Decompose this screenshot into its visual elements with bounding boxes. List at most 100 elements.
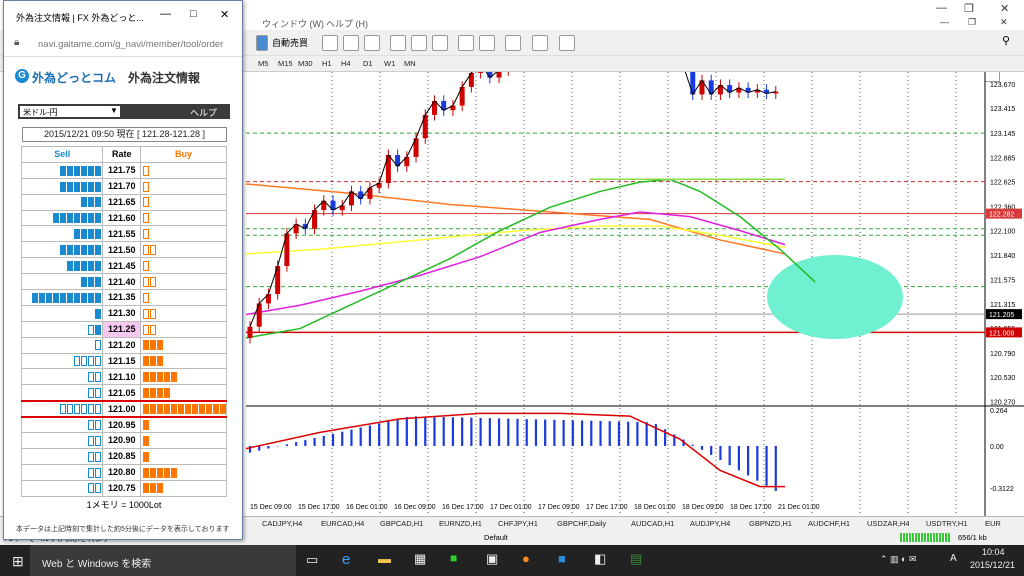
rate-cell: 120.85 xyxy=(102,447,141,465)
edge-icon[interactable]: e xyxy=(342,551,350,568)
ime-indicator[interactable]: A xyxy=(950,553,957,564)
ie-icon[interactable]: ◧ xyxy=(594,551,606,567)
auto-trade-icon[interactable] xyxy=(256,35,268,51)
order-row: 121.50 xyxy=(20,241,228,259)
rate-cell: 121.00 xyxy=(102,400,141,418)
candle-body xyxy=(478,72,484,73)
store-icon[interactable]: ▦ xyxy=(414,551,426,567)
menu-help[interactable]: ヘルプ (H) xyxy=(326,17,368,30)
clock-date[interactable]: 2015/12/21 xyxy=(970,560,1015,570)
restore-icon[interactable]: ❐ xyxy=(964,2,974,15)
time-tick: 16 Dec 17:00 xyxy=(442,504,484,511)
tray-icons[interactable]: ⌃ ▥ ◐ ✉ xyxy=(880,554,917,565)
pair-select[interactable]: 米ドル-円 ▼ xyxy=(20,106,120,117)
order-row: 121.55 xyxy=(20,225,228,243)
child-close-icon[interactable]: ✕ xyxy=(1000,17,1008,28)
timeframe-m30[interactable]: M30 xyxy=(298,59,313,68)
scroll-icon[interactable] xyxy=(458,35,474,51)
close-icon[interactable]: ✕ xyxy=(1000,2,1009,15)
timeframe-mn[interactable]: MN xyxy=(404,59,416,68)
chart-tab[interactable]: GBPCAD,H1 xyxy=(380,519,423,528)
windows-start-icon[interactable]: ⊞ xyxy=(12,553,24,570)
timeframe-m15[interactable]: M15 xyxy=(278,59,293,68)
popup-minimize-icon[interactable]: — xyxy=(160,8,171,20)
line-app-icon[interactable]: ■ xyxy=(450,551,457,565)
price-tick: 122.100 xyxy=(990,229,1015,236)
menu-window[interactable]: ウィンドウ (W) xyxy=(262,17,324,30)
lock-icon: 🔒︎ xyxy=(14,37,20,48)
tile-icon[interactable] xyxy=(432,35,448,51)
task-view-icon[interactable]: ▭ xyxy=(306,552,318,568)
shift-icon[interactable] xyxy=(479,35,495,51)
timeframe-d1[interactable]: D1 xyxy=(363,59,373,68)
buy-bar xyxy=(139,225,228,243)
bar-chart-icon[interactable] xyxy=(322,35,338,51)
chart-tab[interactable]: CADJPY,H4 xyxy=(262,519,302,528)
time-tick: 18 Dec 17:00 xyxy=(730,504,772,511)
time-tick: 15 Dec 09:00 xyxy=(250,504,292,511)
help-link[interactable]: ヘルプ xyxy=(190,106,217,119)
price-tick: 120.270 xyxy=(990,399,1015,406)
child-minimize-icon[interactable]: — xyxy=(940,17,949,27)
sell-bar xyxy=(20,241,104,259)
timeframe-h1[interactable]: H1 xyxy=(322,59,332,68)
chart-tab[interactable]: GBPNZD,H1 xyxy=(749,519,792,528)
timeframe-m5[interactable]: M5 xyxy=(258,59,268,68)
rate-cell: 121.10 xyxy=(102,368,141,386)
order-row: 121.25 xyxy=(20,320,228,338)
popup-maximize-icon[interactable]: □ xyxy=(190,8,197,20)
sell-header: Sell xyxy=(20,146,104,163)
chart-tab[interactable]: AUDCHF,H1 xyxy=(808,519,850,528)
chart-tab[interactable]: GBPCHF,Daily xyxy=(557,519,606,528)
sell-bar xyxy=(20,209,104,227)
zoom-in-icon[interactable] xyxy=(390,35,406,51)
app-icon[interactable]: ▣ xyxy=(486,551,498,567)
minimize-icon[interactable]: — xyxy=(936,2,947,14)
buy-bar xyxy=(139,336,228,354)
buy-bar xyxy=(139,320,228,338)
auto-trade-button[interactable]: 自動売買 xyxy=(272,36,308,49)
explorer-icon[interactable]: ▬ xyxy=(378,551,391,566)
time-tick: 17 Dec 17:00 xyxy=(586,504,628,511)
gaitame-icon[interactable]: ■ xyxy=(558,551,566,566)
chart-tab[interactable]: USDTRY,H1 xyxy=(926,519,967,528)
templates-icon[interactable] xyxy=(559,35,575,51)
chart-tab[interactable]: AUDCAD,H1 xyxy=(631,519,674,528)
indicators-icon[interactable] xyxy=(505,35,521,51)
chart-tab[interactable]: AUDJPY,H4 xyxy=(690,519,730,528)
data-note: 本データは上記時刻で集計した約5分後にデータを表示しております xyxy=(16,526,230,533)
rate-cell: 121.65 xyxy=(102,193,141,211)
firefox-icon[interactable]: ● xyxy=(522,551,530,566)
child-restore-icon[interactable]: ❐ xyxy=(968,17,976,28)
order-row: 121.70 xyxy=(20,177,228,195)
address-bar[interactable]: 🔒︎ navi.gaitame.com/g_navi/member/tool/o… xyxy=(4,31,242,57)
chart-tab[interactable]: EUR xyxy=(985,519,1001,528)
time-tick: 16 Dec 09:00 xyxy=(394,504,436,511)
buy-bar xyxy=(139,289,228,306)
price-tick: 120.530 xyxy=(990,375,1015,382)
chart-tab[interactable]: EURNZD,H1 xyxy=(439,519,482,528)
popup-heading: 外為注文情報 xyxy=(128,71,201,85)
timeframe-h4[interactable]: H4 xyxy=(341,59,351,68)
periods-icon[interactable] xyxy=(532,35,548,51)
chart-tab[interactable]: USDZAR,H4 xyxy=(867,519,910,528)
mt4-taskbar-icon[interactable]: ▤ xyxy=(630,551,642,567)
order-info-window: 外為注文情報 | FX 外為どっと... — □ ✕ 🔒︎ navi.gaita… xyxy=(3,0,243,540)
candle-chart-icon[interactable] xyxy=(343,35,359,51)
clock-time[interactable]: 10:04 xyxy=(982,547,1005,557)
line-chart-icon[interactable] xyxy=(364,35,380,51)
popup-close-icon[interactable]: ✕ xyxy=(220,8,229,21)
order-row: 120.75 xyxy=(20,479,228,497)
chart-tab[interactable]: EURCAD,H4 xyxy=(321,519,364,528)
sell-bar xyxy=(20,257,104,275)
buy-bar xyxy=(139,161,228,179)
buy-bar xyxy=(139,400,228,418)
search-icon[interactable]: ⚲ xyxy=(1002,34,1010,47)
chart-tab[interactable]: CHFJPY,H1 xyxy=(498,519,538,528)
popup-title: 外為注文情報 | FX 外為どっと... xyxy=(16,13,144,23)
sell-bar xyxy=(20,368,104,386)
taskbar-search[interactable]: Web と Windows を検索 xyxy=(30,545,296,576)
order-row: 121.30 xyxy=(20,304,228,322)
timeframe-w1[interactable]: W1 xyxy=(384,59,395,68)
zoom-out-icon[interactable] xyxy=(411,35,427,51)
